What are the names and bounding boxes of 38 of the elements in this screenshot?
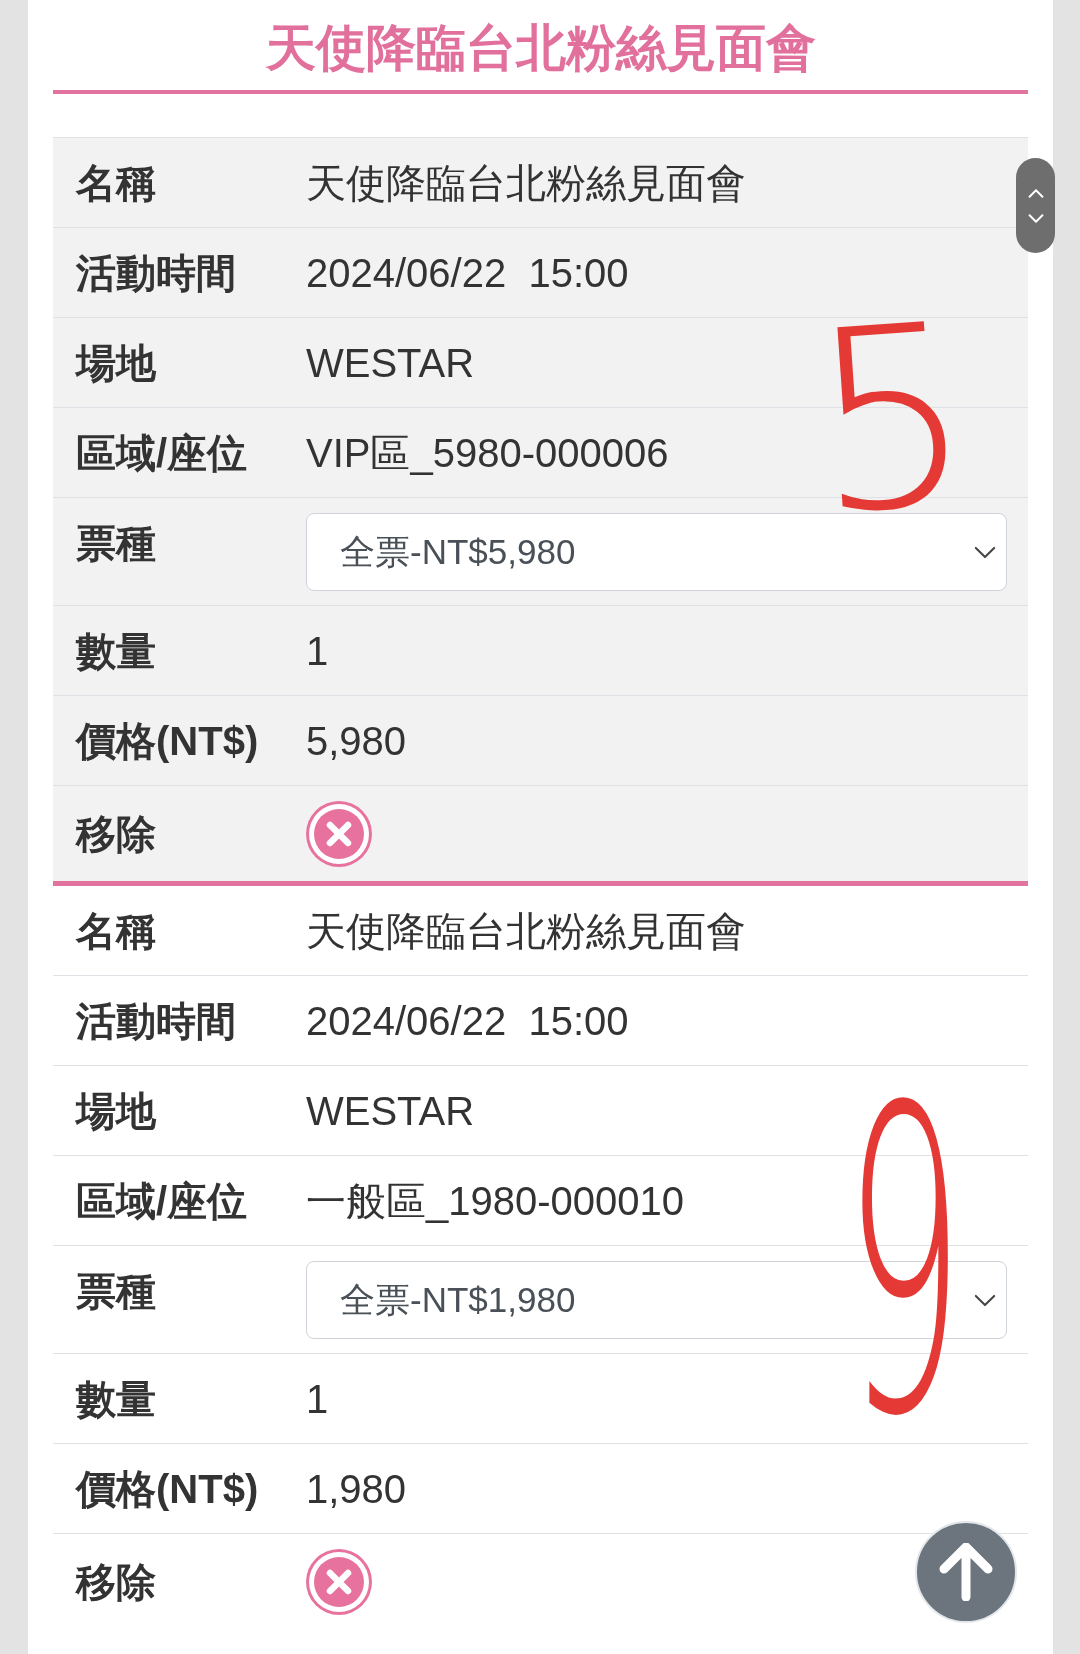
page-title: 天使降臨台北粉絲見面會	[265, 19, 816, 78]
field-value: 1,980	[306, 1466, 407, 1513]
field-label: 活動時間	[75, 250, 237, 297]
field-label: 票種	[75, 1268, 157, 1315]
field-label: 活動時間	[75, 998, 237, 1045]
field-value: 1	[306, 1376, 329, 1423]
field-label: 區域/座位	[75, 1178, 249, 1225]
field-value: 2024/06/22 15:00	[306, 250, 629, 297]
field-value: 5,980	[306, 718, 407, 765]
close-icon	[314, 1557, 364, 1607]
field-value: VIP區_5980-000006	[306, 430, 669, 477]
chevron-down-icon	[1027, 213, 1044, 223]
chevron-up-icon	[1027, 188, 1044, 198]
field-label: 價格(NT$)	[74, 718, 260, 765]
field-label: 移除	[74, 811, 157, 858]
field-value: 2024/06/22 15:00	[306, 998, 629, 1045]
field-label: 價格(NT$)	[74, 1466, 260, 1513]
field-label: 移除	[74, 1559, 157, 1606]
chevron-down-icon	[974, 1293, 996, 1307]
ticket-type-select[interactable]: 全票-NT$5,980	[306, 513, 1007, 591]
field-value: WESTAR	[306, 1088, 475, 1135]
arrow-up-icon	[938, 1543, 994, 1601]
field-label: 場地	[74, 1088, 157, 1135]
field-label: 名稱	[74, 160, 157, 207]
field-label: 場地	[74, 340, 157, 387]
scroll-handle[interactable]	[1016, 158, 1055, 253]
field-label: 區域/座位	[75, 430, 249, 477]
field-value: WESTAR	[306, 340, 475, 387]
field-value: 天使降臨台北粉絲見面會	[306, 160, 746, 207]
field-label: 票種	[75, 520, 157, 567]
field-value: 天使降臨台北粉絲見面會	[306, 908, 746, 955]
field-label: 數量	[74, 1376, 157, 1423]
field-value: 一般區_1980-000010	[306, 1178, 685, 1225]
field-label: 數量	[74, 628, 157, 675]
field-label: 名稱	[74, 908, 157, 955]
field-value: 1	[306, 628, 329, 675]
close-icon	[314, 809, 364, 859]
chevron-down-icon	[974, 545, 996, 559]
